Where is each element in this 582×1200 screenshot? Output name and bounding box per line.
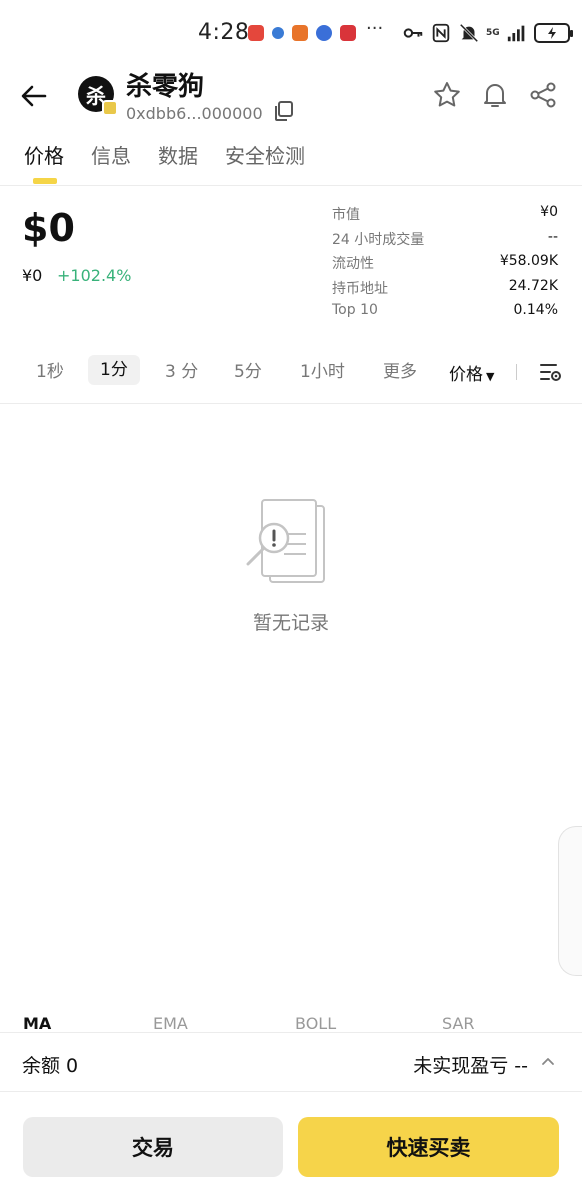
- stat-label: 流动性: [332, 256, 374, 272]
- status-app-icons: [248, 25, 356, 41]
- unrealized-pnl-label: 未实现盈亏 --: [413, 1055, 528, 1077]
- status-bar: 4:28 ··· 5G: [0, 0, 582, 66]
- status-time: 4:28: [198, 20, 250, 45]
- interval-1s[interactable]: 1秒: [36, 360, 64, 390]
- caret-down-icon: ▼: [486, 370, 495, 383]
- quick-trade-button[interactable]: 快速买卖: [298, 1117, 559, 1177]
- trade-button[interactable]: 交易: [23, 1117, 283, 1177]
- price-type-dropdown[interactable]: 价格 ▼: [449, 360, 494, 385]
- chain-badge-icon: [102, 100, 118, 116]
- nfc-icon: [432, 23, 450, 43]
- app-notification-icon: [316, 25, 332, 41]
- stat-value: 0.14%: [513, 302, 558, 318]
- stat-value: --: [547, 228, 558, 245]
- stat-row-top10: Top 10 0.14%: [332, 302, 558, 327]
- stat-value: 24.72K: [508, 277, 558, 294]
- stat-label: 持币地址: [332, 280, 388, 297]
- interval-3m[interactable]: 3 分: [165, 360, 198, 390]
- stat-value: ¥58.09K: [499, 253, 558, 269]
- chart-settings-icon[interactable]: [538, 360, 562, 384]
- token-stats: 市值 ¥0 24 小时成交量 -- 流动性 ¥58.09K 持币地址 24.72…: [332, 204, 558, 327]
- mute-bell-icon: [459, 23, 479, 43]
- network-5g-label: 5G: [486, 27, 500, 38]
- side-drawer-handle[interactable]: [558, 826, 582, 976]
- price-type-label: 价格: [449, 365, 483, 385]
- star-icon[interactable]: [432, 80, 462, 110]
- tab-info[interactable]: 信息: [91, 140, 131, 169]
- app-notification-icon: [272, 27, 284, 39]
- key-icon: [403, 28, 423, 38]
- back-arrow-icon[interactable]: [18, 80, 50, 112]
- status-more-icon: ···: [366, 18, 384, 39]
- interval-1m[interactable]: 1分: [88, 355, 140, 385]
- token-header: 杀 杀零狗 0xdbb6...000000: [0, 66, 582, 128]
- indicator-tab-ema[interactable]: EMA: [153, 1014, 188, 1033]
- balance-bar[interactable]: 余额 0 未实现盈亏 --: [0, 1032, 582, 1092]
- stat-value: ¥0: [540, 204, 558, 220]
- copy-icon[interactable]: [272, 100, 294, 122]
- indicator-tab-ma[interactable]: MA: [23, 1014, 51, 1033]
- share-icon[interactable]: [528, 80, 558, 110]
- section-tabs: 价格 信息 数据 安全检测: [0, 140, 582, 186]
- bell-icon[interactable]: [480, 80, 510, 110]
- balance-label: 余额 0: [22, 1055, 79, 1077]
- indicator-tab-sar[interactable]: SAR: [442, 1014, 475, 1033]
- token-address: 0xdbb6...000000: [126, 104, 263, 123]
- stat-label: Top 10: [332, 302, 378, 318]
- divider: [516, 364, 517, 380]
- stat-label: 24 小时成交量: [332, 231, 425, 248]
- price-change: +102.4%: [57, 266, 132, 285]
- chevron-up-icon[interactable]: [540, 1053, 556, 1069]
- tab-price[interactable]: 价格: [24, 140, 64, 169]
- app-notification-icon: [340, 25, 356, 41]
- signal-icon: [507, 25, 524, 42]
- charging-bolt-icon: [547, 27, 556, 39]
- stat-row-liquidity: 流动性 ¥58.09K: [332, 253, 558, 278]
- stat-row-market-cap: 市值 ¥0: [332, 204, 558, 229]
- tab-data[interactable]: 数据: [158, 140, 198, 169]
- interval-more[interactable]: 更多: [383, 360, 417, 390]
- tab-security-check[interactable]: 安全检测: [225, 140, 305, 169]
- status-system-icons: 5G: [402, 22, 573, 44]
- price-usd: $0: [22, 206, 75, 250]
- stat-label: 市值: [332, 207, 360, 223]
- empty-state-text: 暂无记录: [252, 612, 329, 634]
- app-notification-icon: [248, 25, 264, 41]
- active-tab-indicator: [33, 178, 57, 184]
- interval-1h[interactable]: 1小时: [300, 360, 345, 390]
- no-records-icon: [246, 499, 325, 583]
- battery-icon: [533, 23, 573, 43]
- interval-5m[interactable]: 5分: [234, 360, 262, 390]
- chart-interval-bar: 1秒 1分 3 分 5分 1小时 更多 价格 ▼: [0, 354, 582, 404]
- app-notification-icon: [292, 25, 308, 41]
- indicator-tab-boll[interactable]: BOLL: [295, 1014, 336, 1033]
- indicator-tabs: MA EMA BOLL SAR: [0, 1014, 582, 1034]
- stat-row-24h-volume: 24 小时成交量 --: [332, 229, 558, 254]
- token-name: 杀零狗: [126, 72, 205, 102]
- stat-row-holders: 持币地址 24.72K: [332, 278, 558, 303]
- price-cny: ¥0: [22, 266, 43, 285]
